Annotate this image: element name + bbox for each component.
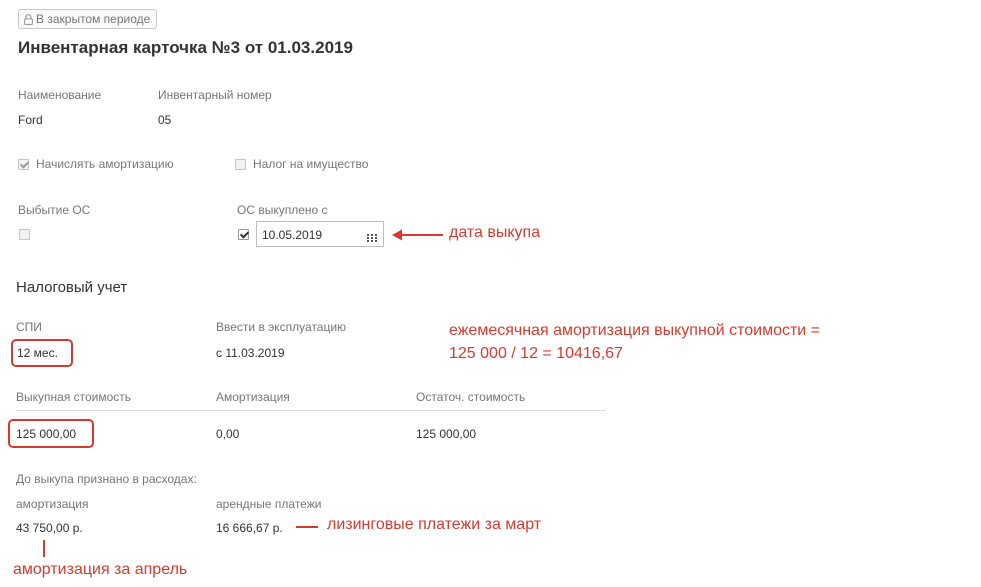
spi-value[interactable]: 12 мес. — [17, 346, 58, 360]
annotation-dash-amort — [43, 540, 45, 557]
calendar-icon[interactable] — [367, 231, 377, 245]
lock-icon — [24, 12, 33, 30]
disposal-checkbox[interactable] — [19, 229, 30, 240]
closed-period-badge: В закрытом периоде — [18, 9, 158, 30]
lease-payments-value[interactable]: 16 666,67 р. — [216, 521, 283, 535]
page-title: Инвентарная карточка №3 от 01.03.2019 — [18, 38, 353, 57]
arrow-left-icon — [392, 229, 443, 241]
annotation-amort-april: амортизация за апрель — [13, 561, 188, 578]
property-tax-checkbox-label[interactable]: Налог на имущество — [253, 157, 368, 171]
commission-label: Ввести в эксплуатацию — [216, 320, 347, 334]
name-label: Наименование — [18, 88, 102, 102]
redemption-cost-label: Выкупная стоимость — [16, 390, 132, 404]
inventory-number-value[interactable]: 05 — [158, 113, 171, 127]
inventory-number-label: Инвентарный номер — [158, 88, 272, 102]
disposal-label: Выбытие ОС — [18, 203, 91, 217]
redeemed-date-field[interactable]: 10.05.2019 — [256, 221, 384, 247]
annotation-redeem-date: дата выкупа — [449, 224, 541, 241]
annotation-monthly-line2: 125 000 / 12 = 10416,67 — [449, 345, 623, 362]
depreciation-label: Амортизация — [216, 390, 290, 404]
closed-period-label: В закрытом периоде — [36, 12, 151, 26]
amortization-label: амортизация — [16, 497, 89, 511]
tax-section-title: Налоговый учет — [16, 279, 128, 296]
residual-cost-label: Остаточ. стоимость — [416, 390, 526, 404]
annotation-monthly-line1: ежемесячная амортизация выкупной стоимос… — [449, 322, 821, 339]
annotation-dash-lease — [296, 526, 318, 528]
redeemed-label: ОС выкуплено с — [237, 203, 328, 217]
lease-payments-label: арендные платежи — [216, 497, 322, 511]
depreciation-value[interactable]: 0,00 — [216, 427, 239, 441]
residual-cost-value[interactable]: 125 000,00 — [416, 427, 476, 441]
depreciation-checkbox-label[interactable]: Начислять амортизацию — [36, 157, 174, 171]
depreciation-checkbox[interactable] — [18, 159, 29, 170]
commission-value[interactable]: с 11.03.2019 — [216, 346, 285, 360]
property-tax-checkbox[interactable] — [235, 159, 246, 170]
divider — [16, 410, 606, 411]
redeemed-date-value: 10.05.2019 — [262, 228, 323, 242]
annotation-lease-march: лизинговые платежи за март — [327, 516, 542, 533]
amortization-value[interactable]: 43 750,00 р. — [16, 521, 83, 535]
before-redemption-heading: До выкупа признано в расходах: — [16, 472, 197, 486]
spi-label: СПИ — [16, 320, 42, 334]
name-value[interactable]: Ford — [18, 113, 43, 127]
redemption-cost-value[interactable]: 125 000,00 — [16, 427, 76, 441]
redeemed-checkbox[interactable] — [238, 229, 249, 240]
